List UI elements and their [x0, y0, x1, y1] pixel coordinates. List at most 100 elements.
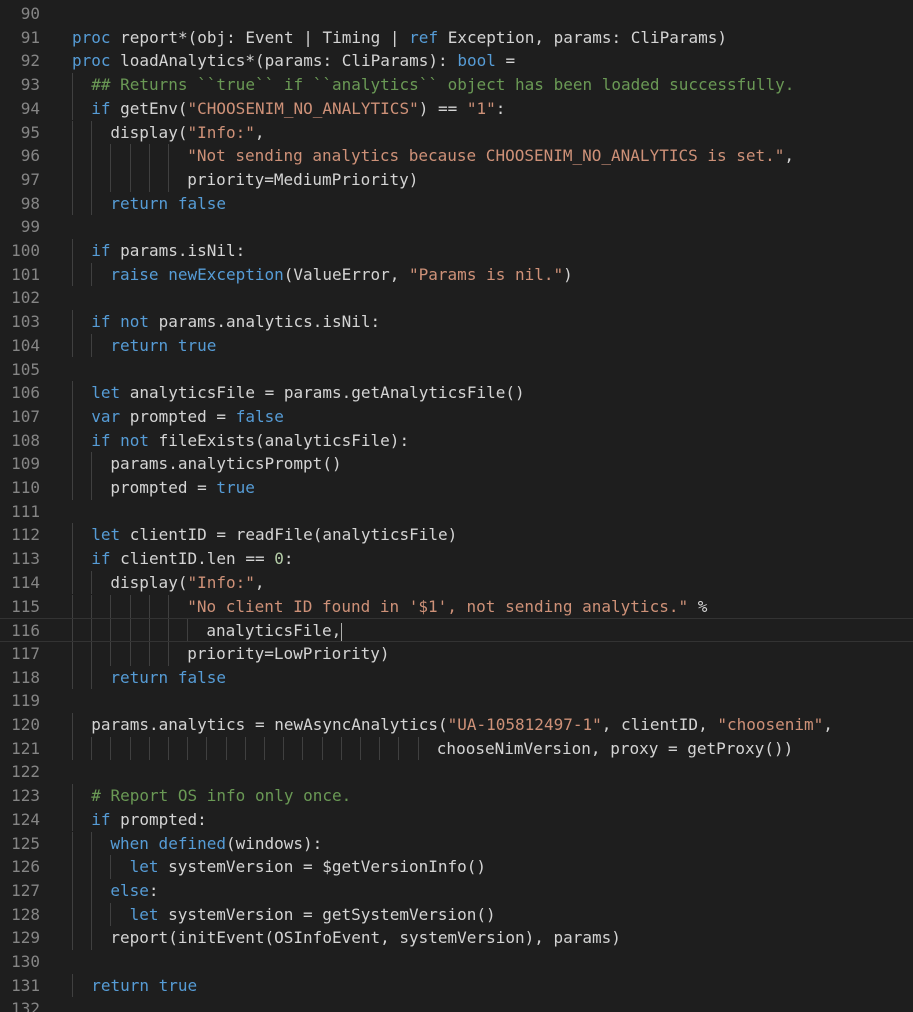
code-line[interactable]: 93 ## Returns ``true`` if ``analytics`` o…: [0, 73, 913, 97]
code-text: var prompted = false: [91, 406, 284, 426]
indent-guide: [129, 167, 131, 192]
code-text: return false: [110, 193, 226, 213]
code-line[interactable]: 127 else:: [0, 878, 913, 903]
line-number: 126: [11, 857, 40, 877]
code-line[interactable]: 113 if clientID.len == 0:: [0, 547, 913, 571]
code-line[interactable]: 122: [0, 760, 913, 784]
code-line[interactable]: 96 "Not sending analytics because CHOOSEN…: [0, 144, 913, 168]
code-text: let systemVersion = $getVersionInfo(): [129, 857, 487, 877]
code-line[interactable]: 120 params.analytics = newAsyncAnalytics(…: [0, 713, 913, 737]
code-line[interactable]: 115 "No client ID found in '$1', not send…: [0, 594, 913, 619]
indent-guide: [168, 144, 169, 168]
code-line[interactable]: 121 chooseNimVersion, proxy = getProxy()): [0, 736, 913, 761]
indent-guide: [148, 736, 150, 761]
line-number: 93: [20, 75, 40, 95]
indent-guide: [187, 619, 189, 641]
indent-guide: [244, 736, 246, 761]
code-line[interactable]: 107 var prompted = false: [0, 404, 913, 429]
line-number: 106: [11, 383, 40, 403]
line-number: 132: [11, 999, 40, 1012]
code-line[interactable]: 105: [0, 358, 913, 382]
indent-guide: [91, 476, 93, 500]
code-line[interactable]: 108 if not fileExists(analyticsFile):: [0, 428, 913, 453]
indent-guide: [91, 855, 93, 879]
indent-guide: [72, 547, 73, 571]
code-line[interactable]: 126 let systemVersion = $getVersionInfo(): [0, 855, 913, 879]
line-number: 117: [11, 643, 40, 663]
indent-guide: [72, 381, 73, 405]
code-text: if clientID.len == 0:: [91, 549, 294, 569]
code-line[interactable]: 92 proc loadAnalytics*(params: CliParams)…: [0, 49, 913, 73]
code-line[interactable]: 116 analyticsFile,: [0, 618, 913, 642]
code-text: return false: [110, 667, 226, 687]
code-line[interactable]: 102: [0, 286, 913, 310]
indent-guide: [168, 641, 169, 666]
code-line[interactable]: 125 when defined(windows):: [0, 831, 913, 856]
indent-guide: [110, 167, 112, 192]
code-line[interactable]: 132: [0, 997, 913, 1012]
code-line[interactable]: 103 if not params.analytics.isNil:: [0, 310, 913, 334]
code-line[interactable]: 100 if params.isNil:: [0, 239, 913, 263]
code-line[interactable]: 101 raise newException(ValueError, "Param…: [0, 262, 913, 287]
code-line[interactable]: 109 params.analyticsPrompt(): [0, 452, 913, 476]
code-line[interactable]: 130: [0, 950, 913, 974]
code-line[interactable]: 114 display("Info:",: [0, 570, 913, 595]
code-line[interactable]: 97 priority=MediumPriority): [0, 167, 913, 192]
indent-guide: [110, 902, 112, 927]
code-line[interactable]: 123 # Report OS info only once.: [0, 784, 913, 808]
indent-guide: [110, 144, 112, 168]
code-line[interactable]: 117 priority=LowPriority): [0, 641, 913, 666]
code-text: display("Info:",: [110, 122, 265, 142]
line-number: 108: [11, 430, 40, 450]
code-line[interactable]: 118 return false: [0, 665, 913, 690]
code-line[interactable]: 129 report(initEvent(OSInfoEvent, systemV…: [0, 926, 913, 950]
code-line[interactable]: 95 display("Info:",: [0, 120, 913, 145]
indent-guide: [91, 333, 93, 358]
line-number: 122: [11, 762, 40, 782]
code-line[interactable]: 90: [0, 2, 913, 26]
indent-guide: [129, 144, 131, 168]
code-line[interactable]: 124 if prompted:: [0, 807, 913, 832]
code-line[interactable]: 98 return false: [0, 191, 913, 216]
indent-guide: [110, 594, 112, 619]
code-line[interactable]: 106 let analyticsFile = params.getAnalyti…: [0, 381, 913, 405]
indent-guide: [72, 594, 73, 619]
code-line[interactable]: 94 if getEnv("CHOOSENIM_NO_ANALYTICS") ==…: [0, 96, 913, 121]
line-number: 118: [11, 667, 40, 687]
code-line[interactable]: 91 proc report*(obj: Event | Timing | ref…: [0, 26, 913, 50]
code-editor[interactable]: 90 91 proc report*(obj: Event | Timing | r…: [0, 0, 913, 1012]
indent-guide: [91, 831, 93, 856]
line-number: 91: [20, 27, 40, 47]
indent-guide: [417, 736, 419, 761]
code-line[interactable]: 119: [0, 689, 913, 713]
code-line[interactable]: 111: [0, 500, 913, 524]
indent-guide: [91, 619, 93, 641]
code-text: # Report OS info only once.: [91, 786, 352, 806]
line-number: 119: [11, 691, 40, 711]
code-text: report(initEvent(OSInfoEvent, systemVers…: [110, 928, 621, 948]
indent-guide: [148, 144, 150, 168]
indent-guide: [72, 807, 73, 832]
code-line[interactable]: 112 let clientID = readFile(analyticsFile…: [0, 523, 913, 548]
code-text: return true: [110, 335, 217, 355]
indent-guide: [110, 619, 112, 641]
indent-guide: [91, 144, 93, 168]
code-text: if params.isNil:: [91, 241, 246, 260]
indent-guide: [168, 619, 169, 641]
code-line[interactable]: 110 prompted = true: [0, 476, 913, 500]
indent-guide: [72, 973, 73, 998]
line-number: 127: [11, 880, 40, 900]
code-line[interactable]: 128 let systemVersion = getSystemVersion(…: [0, 902, 913, 927]
indent-guide: [110, 855, 112, 879]
line-number: 98: [20, 193, 40, 213]
indent-guide: [321, 736, 323, 761]
code-line[interactable]: 131 return true: [0, 973, 913, 998]
code-line[interactable]: 99: [0, 215, 913, 239]
indent-guide: [72, 736, 73, 761]
code-text: params.analyticsPrompt(): [110, 454, 342, 474]
indent-guide: [72, 902, 73, 927]
indent-guide: [148, 619, 150, 641]
indent-guide: [72, 855, 73, 879]
indent-guide: [72, 239, 73, 263]
code-line[interactable]: 104 return true: [0, 333, 913, 358]
